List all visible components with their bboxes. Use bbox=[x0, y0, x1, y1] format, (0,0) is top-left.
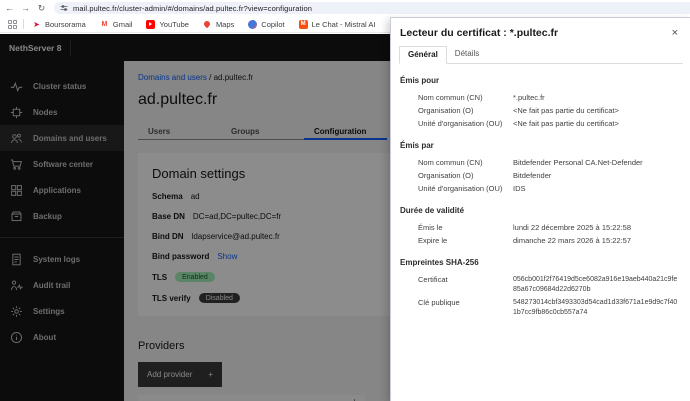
breadcrumb-domains-link[interactable]: Domains and users bbox=[138, 73, 207, 82]
sidebar-divider bbox=[0, 237, 124, 238]
section-fingerprints: Empreintes SHA-256 bbox=[400, 258, 480, 268]
cert-row: Nom commun (CN) *.pultec.fr bbox=[400, 93, 680, 103]
cart-icon bbox=[10, 158, 23, 171]
section-issued-by: Émis par bbox=[400, 141, 680, 151]
bookmark-copilot[interactable]: Copilot bbox=[248, 20, 284, 29]
dialog-tabs: Général Détails bbox=[399, 46, 683, 64]
tab-general[interactable]: Général bbox=[399, 46, 447, 64]
bookmark-youtube[interactable]: YouTube bbox=[146, 20, 188, 29]
schema-value: ad bbox=[191, 192, 200, 201]
bookmarks-divider bbox=[23, 19, 24, 29]
bookmark-lechat[interactable]: MLe Chat - Mistral AI bbox=[299, 20, 376, 29]
tls-verify-status-badge: Disabled bbox=[199, 293, 240, 303]
sidebar-item-system-logs[interactable]: System logs bbox=[0, 246, 124, 272]
add-provider-button[interactable]: Add provider + bbox=[138, 362, 222, 387]
copilot-icon bbox=[248, 20, 257, 29]
sidebar-item-nodes[interactable]: Nodes bbox=[0, 99, 124, 125]
sidebar-item-applications[interactable]: Applications bbox=[0, 177, 124, 203]
tls-status-badge: Enabled bbox=[175, 272, 215, 282]
chip-icon bbox=[10, 106, 23, 119]
document-icon bbox=[10, 253, 23, 266]
base-dn-row: Base DN DC=ad,DC=pultec,DC=fr bbox=[152, 212, 376, 221]
apps-grid-icon[interactable] bbox=[8, 20, 17, 29]
cert-row: Expire le dimanche 22 mars 2026 à 15:22:… bbox=[400, 236, 680, 246]
domain-settings-title: Domain settings bbox=[152, 166, 376, 181]
cert-row: Nom commun (CN) Bitdefender Personal CA.… bbox=[400, 158, 680, 168]
tls-verify-row: TLS verify Disabled bbox=[152, 293, 376, 303]
maps-pin-icon bbox=[203, 20, 212, 29]
header-divider bbox=[70, 40, 71, 56]
reload-icon[interactable]: ↻ bbox=[35, 3, 48, 14]
youtube-icon bbox=[146, 20, 155, 29]
plus-icon: + bbox=[208, 370, 213, 379]
bind-dn-row: Bind DN ldapservice@ad.pultec.fr bbox=[152, 232, 376, 241]
bookmark-gmail[interactable]: MGmail bbox=[100, 20, 133, 29]
site-settings-icon[interactable] bbox=[60, 0, 68, 17]
show-password-link[interactable]: Show bbox=[217, 252, 237, 261]
address-bar[interactable]: mail.pultec.fr/cluster-admin/#/domains/a… bbox=[54, 2, 690, 14]
section-validity: Durée de validité bbox=[400, 206, 680, 216]
cert-row: Organisation (O) Bitdefender bbox=[400, 171, 680, 181]
url-text: mail.pultec.fr/cluster-admin/#/domains/a… bbox=[73, 4, 312, 13]
info-icon bbox=[10, 331, 23, 344]
certificate-viewer-dialog: Lecteur du certificat : *.pultec.fr × Gé… bbox=[390, 17, 690, 401]
dialog-title: Lecteur du certificat : *.pultec.fr bbox=[400, 27, 558, 39]
tab-details[interactable]: Détails bbox=[447, 46, 487, 63]
gmail-icon: M bbox=[100, 20, 109, 29]
cert-row: Organisation (O) <Ne fait pas partie du … bbox=[400, 106, 680, 116]
sidebar-item-domains-and-users[interactable]: Domains and users bbox=[0, 125, 124, 151]
bind-password-row: Bind password Show bbox=[152, 252, 376, 261]
users-icon bbox=[10, 132, 23, 145]
cert-row: Clé publique 548273014cbf3493303d54cad1d… bbox=[400, 298, 680, 318]
sidebar-item-backup[interactable]: Backup bbox=[0, 203, 124, 229]
base-dn-value: DC=ad,DC=pultec,DC=fr bbox=[193, 212, 281, 221]
tab-groups[interactable]: Groups bbox=[221, 122, 304, 140]
tab-users[interactable]: Users bbox=[138, 122, 221, 140]
schema-row: Schema ad bbox=[152, 192, 376, 201]
browser-window: ← → ↻ mail.pultec.fr/cluster-admin/#/dom… bbox=[0, 0, 690, 401]
cert-row: Émis le lundi 22 décembre 2025 à 15:22:5… bbox=[400, 223, 680, 233]
cert-row: Unité d'organisation (OU) <Ne fait pas p… bbox=[400, 119, 680, 129]
apps-icon bbox=[10, 184, 23, 197]
gear-icon bbox=[10, 305, 23, 318]
sidebar-item-cluster-status[interactable]: Cluster status bbox=[0, 73, 124, 99]
bind-dn-value: ldapservice@ad.pultec.fr bbox=[192, 232, 280, 241]
lechat-icon: M bbox=[299, 20, 308, 29]
certificate-fingerprint: 056cb001f2f76419d5ce6082a916e19aeb440a21… bbox=[513, 275, 680, 295]
sidebar-item-audit-trail[interactable]: Audit trail bbox=[0, 272, 124, 298]
user-activity-icon bbox=[10, 279, 23, 292]
provider-card[interactable]: ⋮ bbox=[138, 395, 365, 401]
close-icon[interactable]: × bbox=[672, 28, 678, 38]
activity-icon bbox=[10, 80, 23, 93]
archive-icon bbox=[10, 210, 23, 223]
sidebar-item-about[interactable]: About bbox=[0, 324, 124, 350]
section-issued-to: Émis pour bbox=[400, 76, 680, 86]
tls-row: TLS Enabled bbox=[152, 272, 376, 282]
forward-icon[interactable]: → bbox=[19, 3, 32, 13]
bookmark-maps[interactable]: Maps bbox=[203, 20, 234, 29]
tab-configuration[interactable]: Configuration bbox=[304, 122, 387, 140]
dialog-body: Émis pour Nom commun (CN) *.pultec.fr Or… bbox=[391, 64, 690, 318]
bookmark-boursorama[interactable]: ➤Boursorama bbox=[32, 20, 86, 29]
breadcrumb-current: ad.pultec.fr bbox=[214, 73, 254, 82]
sidebar: Cluster status Nodes Domains and users S… bbox=[0, 61, 124, 401]
cert-row: Unité d'organisation (OU) IDS bbox=[400, 184, 680, 194]
public-key-fingerprint: 548273014cbf3493303d54cad1d33f671a1e9d9c… bbox=[513, 298, 680, 318]
cert-row: Certificat 056cb001f2f76419d5ce6082a916e… bbox=[400, 275, 680, 295]
back-icon[interactable]: ← bbox=[3, 3, 16, 13]
sidebar-item-software-center[interactable]: Software center bbox=[0, 151, 124, 177]
sidebar-item-settings[interactable]: Settings bbox=[0, 298, 124, 324]
boursorama-icon: ➤ bbox=[32, 20, 41, 29]
domain-tabs: Users Groups Configuration bbox=[138, 122, 387, 140]
app-brand: NethServer 8 bbox=[9, 43, 61, 53]
domain-settings-card: Domain settings Schema ad Base DN DC=ad,… bbox=[138, 153, 390, 316]
browser-toolbar: ← → ↻ mail.pultec.fr/cluster-admin/#/dom… bbox=[0, 0, 690, 16]
